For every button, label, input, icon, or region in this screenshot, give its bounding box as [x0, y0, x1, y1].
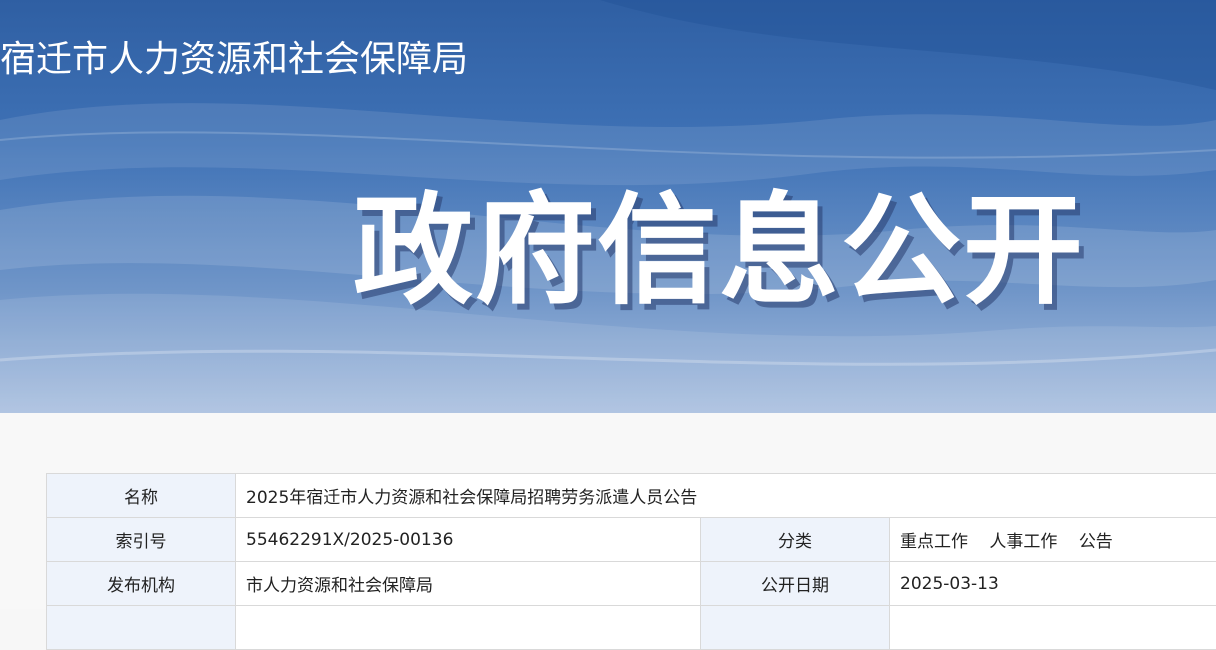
table-row: 索引号 55462291X/2025-00136 分类 重点工作 人事工作 公告	[47, 518, 1216, 562]
agency-title: 宿迁市人力资源和社会保障局	[0, 38, 468, 82]
category-label: 分类	[701, 518, 890, 562]
date-label: 公开日期	[701, 562, 890, 606]
table-row: 发布机构 市人力资源和社会保障局 公开日期 2025-03-13	[47, 562, 1216, 606]
name-label: 名称	[47, 474, 236, 518]
index-value: 55462291X/2025-00136	[236, 518, 701, 562]
category-tag: 人事工作	[989, 532, 1057, 552]
content-area: 名称 2025年宿迁市人力资源和社会保障局招聘劳务派遣人员公告 索引号 5546…	[0, 413, 1216, 609]
header-banner: 宿迁市人力资源和社会保障局 政府信息公开	[0, 0, 1216, 413]
index-label: 索引号	[47, 518, 236, 562]
category-tag: 重点工作	[900, 532, 968, 552]
table-row: 名称 2025年宿迁市人力资源和社会保障局招聘劳务派遣人员公告	[47, 474, 1216, 518]
category-values: 重点工作 人事工作 公告	[890, 518, 1216, 562]
table-row	[47, 606, 1216, 650]
banner-headline: 政府信息公开	[353, 182, 1085, 322]
document-info-table: 名称 2025年宿迁市人力资源和社会保障局招聘劳务派遣人员公告 索引号 5546…	[46, 473, 1216, 650]
publisher-label: 发布机构	[47, 562, 236, 606]
date-value: 2025-03-13	[890, 562, 1216, 606]
name-value: 2025年宿迁市人力资源和社会保障局招聘劳务派遣人员公告	[236, 474, 1216, 518]
category-tag: 公告	[1079, 532, 1113, 552]
publisher-value: 市人力资源和社会保障局	[236, 562, 701, 606]
